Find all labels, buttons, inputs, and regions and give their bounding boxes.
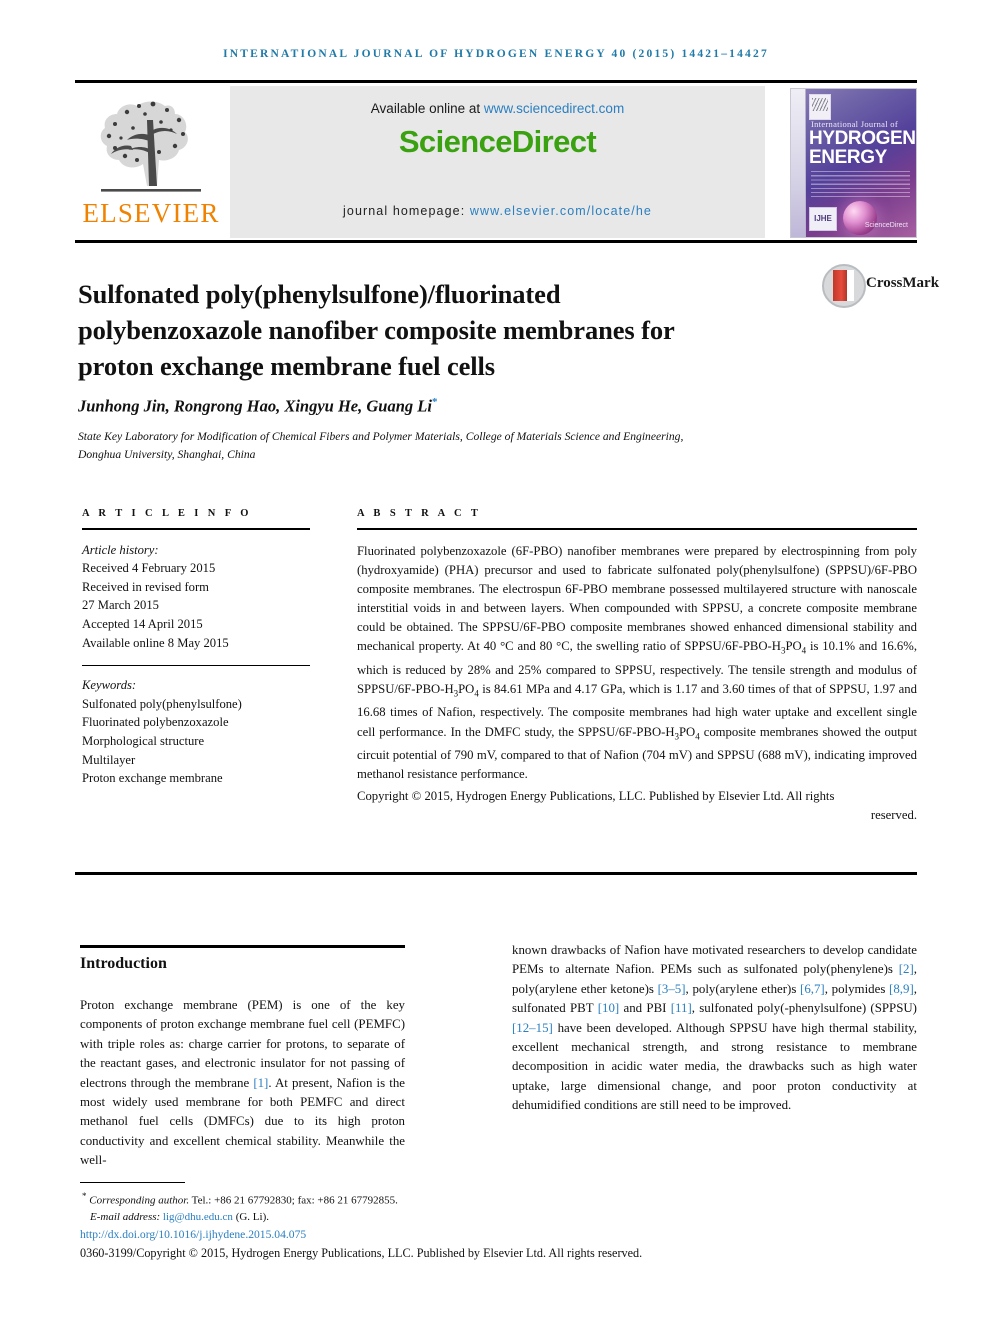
running-head: INTERNATIONAL JOURNAL OF HYDROGEN ENERGY… [223, 48, 769, 60]
elsevier-tree-icon [100, 101, 201, 192]
header-rule [75, 80, 917, 83]
masthead: ELSEVIER Available online at www.science… [75, 86, 917, 238]
keyword-item: Morphological structure [82, 734, 205, 749]
cover-title-line3: ENERGY [809, 147, 887, 168]
citation-link[interactable]: [3–5] [658, 982, 686, 996]
abstract-rule [357, 528, 917, 530]
introduction-heading: Introduction [80, 955, 167, 972]
abstract-copyright: Copyright © 2015, Hydrogen Energy Public… [357, 787, 917, 825]
keyword-item: Multilayer [82, 752, 136, 767]
keywords-label: Keywords: [82, 678, 137, 693]
author-names: Junhong Jin, Rongrong Hao, Xingyu He, Gu… [78, 396, 432, 416]
article-history-block: Article history: Received 4 February 201… [82, 541, 310, 653]
article-info-rule [82, 528, 310, 530]
citation-link[interactable]: [11] [671, 1001, 692, 1015]
corresponding-author-label: Corresponding author. [89, 1194, 190, 1207]
citation-link[interactable]: [6,7] [800, 982, 825, 996]
available-online-prefix: Available online at [370, 101, 484, 116]
abstract-column: A B S T R A C T Fluorinated polybenzoxaz… [357, 508, 917, 826]
abstract-text: Fluorinated polybenzoxazole (6F-PBO) nan… [357, 542, 917, 785]
cover-title-main: HYDROGEN ENERGY [809, 129, 916, 168]
journal-cover-image: International Journal of HYDROGEN ENERGY… [790, 88, 917, 238]
footnote-star: * [82, 1191, 87, 1201]
crossmark-label: CrossMark [866, 275, 940, 291]
citation-link[interactable]: [8,9] [889, 982, 914, 996]
keywords-block: Keywords: Sulfonated poly(phenylsulfone)… [82, 676, 310, 788]
intro-text: and PBI [619, 1001, 671, 1016]
citation-link[interactable]: [10] [598, 1001, 619, 1015]
elsevier-wordmark: ELSEVIER [82, 198, 220, 228]
intro-text: , sulfonated poly(-phenylsulfone) (SPPSU… [691, 1001, 917, 1016]
affiliation: State Key Laboratory for Modification of… [78, 430, 684, 461]
email-label: E-mail address: [90, 1210, 163, 1223]
keyword-item: Proton exchange membrane [82, 771, 223, 786]
abstract-heading: A B S T R A C T [357, 508, 482, 519]
article-history-label: Article history: [82, 542, 159, 557]
article-page: INTERNATIONAL JOURNAL OF HYDROGEN ENERGY… [0, 0, 992, 1323]
history-item: Received in revised form [82, 579, 209, 594]
keywords-divider [82, 665, 310, 667]
corresponding-author-contact: Tel.: +86 21 67792830; fax: +86 21 67792… [189, 1194, 398, 1207]
cover-sciencedirect-mark: ScienceDirect [864, 222, 908, 229]
doi-link[interactable]: http://dx.doi.org/10.1016/j.ijhydene.201… [80, 1228, 306, 1241]
article-info-heading: A R T I C L E I N F O [82, 508, 252, 519]
sciencedirect-logo[interactable]: ScienceDirect [230, 124, 765, 160]
citation-link[interactable]: [1] [253, 1076, 268, 1090]
sciencedirect-url[interactable]: www.sciencedirect.com [484, 101, 624, 116]
abstract-part: PO [785, 639, 802, 654]
copyright-end: reserved. [870, 808, 917, 823]
email-address[interactable]: lig@dhu.edu.cn [163, 1211, 233, 1223]
abstract-part: Fluorinated polybenzoxazole (6F-PBO) nan… [357, 543, 917, 654]
corresponding-author-note: * Corresponding author. Tel.: +86 21 677… [82, 1188, 582, 1209]
history-item: 27 March 2015 [82, 598, 159, 613]
elsevier-logo[interactable]: ELSEVIER [75, 86, 227, 238]
email-note: E-mail address: lig@dhu.edu.cn (G. Li). [82, 1209, 582, 1225]
history-item: Received 4 February 2015 [82, 561, 216, 576]
corresponding-author-marker: * [431, 396, 438, 408]
article-info-column: A R T I C L E I N F O Article history: R… [82, 508, 310, 788]
journal-homepage-line: journal homepage: www.elsevier.com/locat… [230, 204, 765, 218]
intro-text: known drawbacks of Nafion have motivated… [512, 943, 917, 977]
abstract-part: PO [458, 681, 475, 696]
journal-homepage-url[interactable]: www.elsevier.com/locate/he [470, 204, 652, 218]
footnote-rule [80, 1182, 185, 1184]
copyright-main: Copyright © 2015, Hydrogen Energy Public… [357, 789, 835, 804]
available-online-line: Available online at www.sciencedirect.co… [230, 101, 765, 116]
intro-text: have been developed. Although SPPSU have… [512, 1020, 917, 1113]
issn-copyright-line: 0360-3199/Copyright © 2015, Hydrogen Ene… [80, 1246, 643, 1260]
abstract-part: PO [679, 724, 696, 739]
crossmark-badge[interactable]: CrossMark [822, 262, 939, 314]
introduction-right-column: known drawbacks of Nafion have motivated… [512, 941, 917, 1116]
keyword-item: Sulfonated poly(phenylsulfone) [82, 696, 242, 711]
citation-link[interactable]: [2] [899, 962, 914, 976]
journal-homepage-label: journal homepage: [343, 204, 470, 218]
sciencedirect-band: Available online at www.sciencedirect.co… [230, 86, 765, 238]
masthead-bottom-rule [75, 240, 917, 243]
introduction-rule [80, 945, 405, 948]
intro-text: , polymides [824, 981, 890, 996]
cover-ijhe-badge: IJHE [809, 207, 837, 231]
cover-elsevier-mark [809, 94, 831, 120]
cover-editors-block [811, 171, 910, 197]
footnote-block: * Corresponding author. Tel.: +86 21 677… [82, 1188, 582, 1225]
email-suffix: (G. Li). [232, 1210, 269, 1223]
history-item: Accepted 14 April 2015 [82, 616, 203, 631]
page-title: Sulfonated poly(phenylsulfone)/fluorinat… [78, 278, 675, 381]
crossmark-icon [822, 264, 866, 308]
citation-link[interactable]: [12–15] [512, 1021, 553, 1035]
cover-spine [791, 89, 806, 237]
abstract-bottom-rule [75, 872, 917, 875]
keyword-item: Fluorinated polybenzoxazole [82, 715, 229, 730]
intro-text: , poly(arylene ether)s [685, 981, 801, 996]
introduction-left-column: Proton exchange membrane (PEM) is one of… [80, 996, 405, 1171]
cover-sphere-graphic [843, 201, 877, 235]
cover-title-line2: HYDROGEN [809, 128, 916, 149]
history-item: Available online 8 May 2015 [82, 635, 229, 650]
author-list: Junhong Jin, Rongrong Hao, Xingyu He, Gu… [78, 396, 778, 417]
